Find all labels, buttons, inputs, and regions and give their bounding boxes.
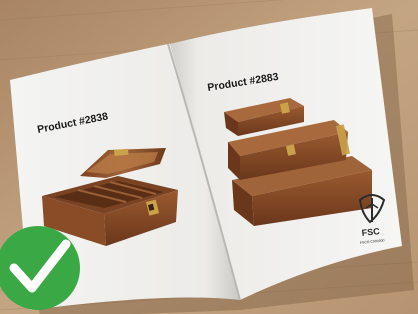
catalog-photo: Product #2838 Product #2883 FSC FSC® C00… — [0, 0, 418, 314]
fsc-logo-text: FSC — [361, 226, 380, 238]
